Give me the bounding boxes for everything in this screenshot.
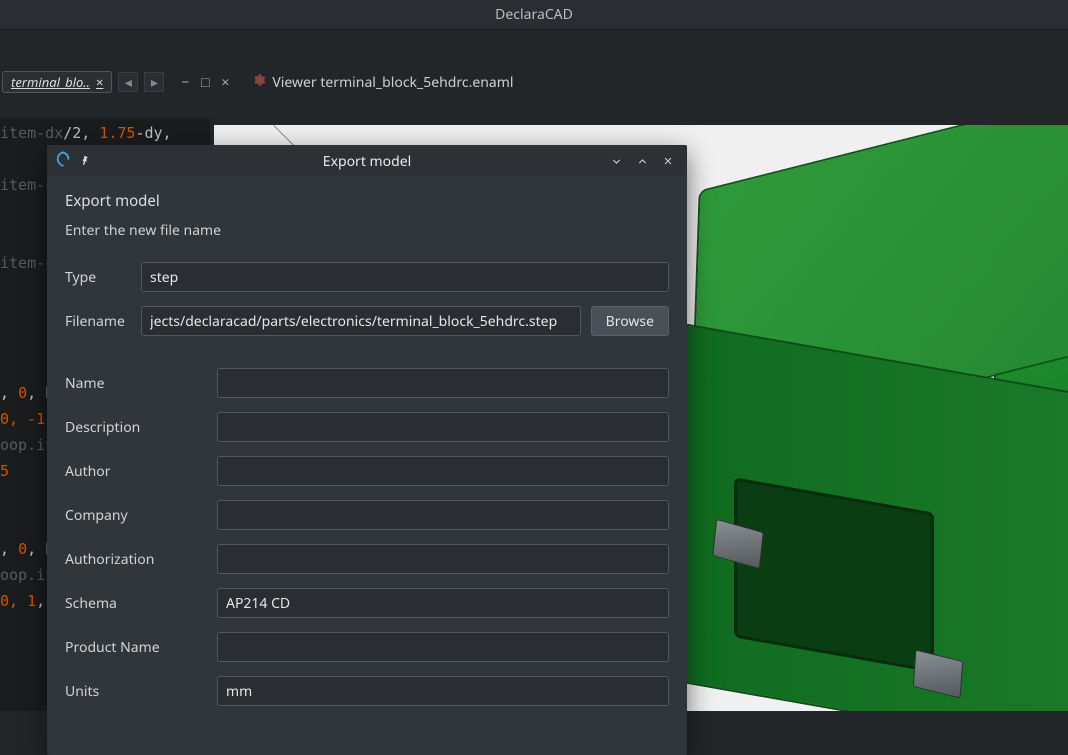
dialog-subheading: Enter the new file name	[65, 221, 669, 240]
export-dialog: Export model Export model Enter the new …	[47, 145, 687, 755]
close-icon[interactable]: ×	[96, 73, 103, 91]
units-label: Units	[65, 682, 217, 701]
viewer-tab-label: Viewer terminal_block_5ehdrc.enaml	[272, 73, 513, 92]
dialog-close-icon[interactable]	[657, 150, 679, 172]
tab-next-button[interactable]: ▸	[144, 72, 164, 92]
authorization-label: Authorization	[65, 550, 217, 569]
gear-icon	[252, 73, 266, 92]
dialog-minimize-icon[interactable]	[605, 150, 627, 172]
app-icon	[55, 150, 71, 172]
name-input[interactable]	[217, 368, 669, 398]
author-input[interactable]	[217, 456, 669, 486]
pin-icon[interactable]	[75, 150, 94, 172]
authorization-input[interactable]	[217, 544, 669, 574]
description-input[interactable]	[217, 412, 669, 442]
company-label: Company	[65, 506, 217, 525]
minimize-icon[interactable]: −	[176, 73, 194, 91]
schema-input[interactable]	[217, 588, 669, 618]
app-titlebar: DeclaraCAD	[0, 0, 1068, 30]
editor-tabbar: terminal_blo.. × ◂ ▸ − □ × Viewer termin…	[0, 68, 1068, 96]
maximize-icon[interactable]: □	[196, 73, 214, 91]
filename-input[interactable]	[141, 306, 581, 336]
description-label: Description	[65, 418, 217, 437]
file-tab[interactable]: terminal_blo.. ×	[2, 71, 112, 93]
browse-button[interactable]: Browse	[591, 306, 669, 336]
name-label: Name	[65, 374, 217, 393]
units-input[interactable]	[217, 676, 669, 706]
dialog-maximize-icon[interactable]	[631, 150, 653, 172]
product-name-label: Product Name	[65, 638, 217, 657]
type-label: Type	[65, 268, 141, 287]
dialog-titlebar[interactable]: Export model	[47, 145, 687, 177]
filename-label: Filename	[65, 312, 141, 331]
product-name-input[interactable]	[217, 632, 669, 662]
dialog-heading: Export model	[65, 191, 669, 211]
viewer-tab[interactable]: Viewer terminal_block_5ehdrc.enaml	[252, 73, 513, 92]
author-label: Author	[65, 462, 217, 481]
app-title: DeclaraCAD	[495, 5, 573, 24]
company-input[interactable]	[217, 500, 669, 530]
file-tab-label: terminal_blo..	[11, 73, 90, 91]
dialog-title: Export model	[47, 152, 687, 171]
type-input[interactable]	[141, 262, 669, 292]
close-icon[interactable]: ×	[216, 73, 234, 91]
tab-prev-button[interactable]: ◂	[118, 72, 138, 92]
schema-label: Schema	[65, 594, 217, 613]
